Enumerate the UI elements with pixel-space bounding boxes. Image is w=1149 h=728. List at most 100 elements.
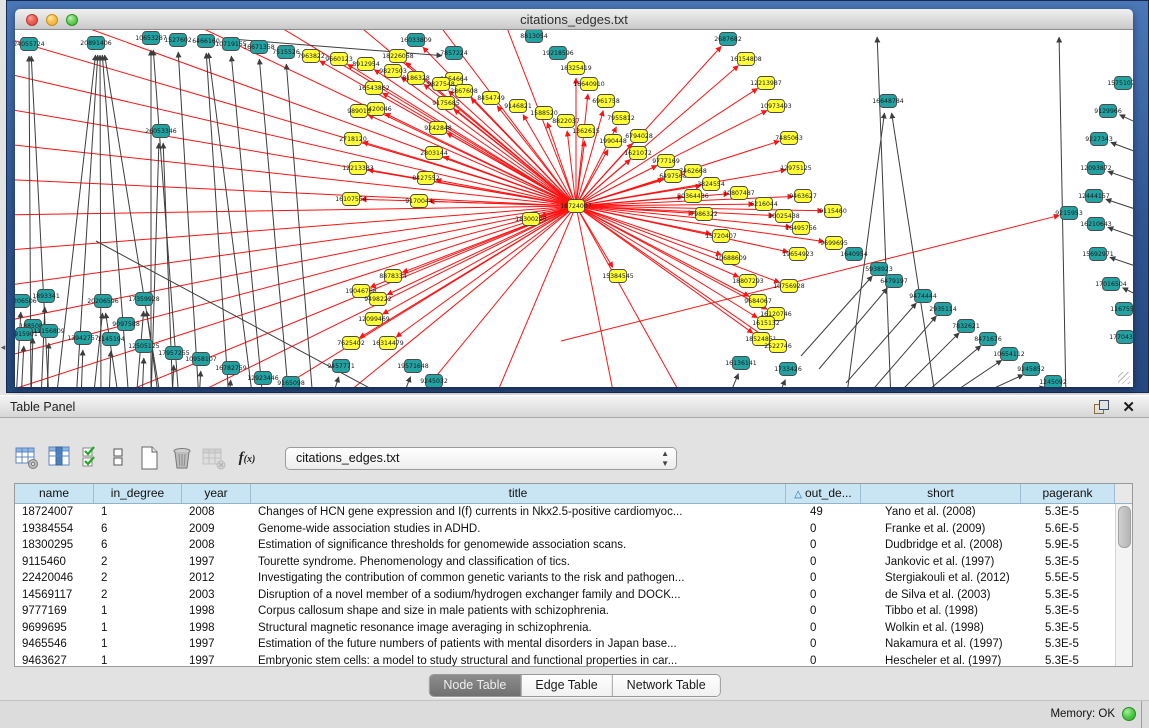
graph-node[interactable]: 9129966 <box>1094 105 1122 118</box>
column-header-out_degree[interactable]: △out_de... <box>786 484 861 503</box>
close-panel-icon[interactable]: ✕ <box>1122 398 1135 416</box>
graph-node[interactable]: 989016 <box>347 105 371 118</box>
graph-node[interactable]: 9170044 <box>405 195 433 208</box>
graph-node[interactable]: 1640954 <box>840 248 868 261</box>
graph-node[interactable]: 9215953 <box>1055 207 1083 220</box>
graph-node[interactable]: 10688609 <box>715 252 747 265</box>
graph-node[interactable]: 8454749 <box>477 92 505 105</box>
function-builder-button[interactable]: f(x) <box>233 445 261 473</box>
graph-node[interactable]: 6479197 <box>880 275 908 288</box>
graph-node[interactable]: 10025438 <box>768 210 800 223</box>
graph-node[interactable]: 16648784 <box>872 95 904 108</box>
graph-node[interactable]: 7955812 <box>607 112 635 125</box>
float-panel-icon[interactable] <box>1094 400 1109 414</box>
graph-node[interactable]: 9699695 <box>820 237 848 250</box>
graph-node[interactable]: 3824554 <box>697 178 725 191</box>
delete-table-button[interactable] <box>201 445 229 473</box>
graph-node[interactable]: 6794028 <box>625 130 653 143</box>
graph-node[interactable]: 10973493 <box>760 100 792 113</box>
graph-node[interactable]: 8813054 <box>520 30 548 43</box>
table-row[interactable]: 911546021997Tourette syndrome. Phenomeno… <box>15 554 1132 571</box>
table-row[interactable]: 1938455462009Genome-wide association stu… <box>15 521 1132 538</box>
table-row[interactable]: 1456911722003Disruption of a novel membe… <box>15 587 1132 604</box>
graph-node[interactable]: 1245092 <box>1039 376 1067 388</box>
graph-node[interactable]: 9097588 <box>112 318 140 331</box>
table-row[interactable]: 2242004622012Investigating the contribut… <box>15 570 1132 587</box>
graph-node[interactable]: 12093872 <box>1080 162 1112 175</box>
graph-node[interactable]: 9175685 <box>432 97 460 110</box>
graph-node[interactable]: 17359928 <box>128 293 160 306</box>
graph-node[interactable]: 1527602 <box>164 34 192 47</box>
graph-node[interactable]: 9242848 <box>424 122 452 135</box>
graph-node[interactable]: 10653287 <box>135 32 167 45</box>
graph-node[interactable]: 6961758 <box>592 95 620 108</box>
graph-node[interactable]: 16107554 <box>335 193 367 206</box>
graph-node[interactable]: 7515526 <box>272 46 300 59</box>
graph-node[interactable]: 6216044 <box>750 198 778 211</box>
graph-node[interactable]: 17016504 <box>1095 278 1127 291</box>
graph-node[interactable]: 12213987 <box>750 77 782 90</box>
graph-node[interactable]: 16154808 <box>730 53 762 66</box>
graph-node[interactable]: 18325419 <box>560 62 592 75</box>
graph-node[interactable]: 1145194 <box>97 333 125 346</box>
graph-node[interactable]: 16543862 <box>358 82 390 95</box>
graph-node[interactable]: 8912954 <box>352 58 380 71</box>
column-header-title[interactable]: title <box>251 484 786 503</box>
graph-node[interactable]: 9245852 <box>1017 363 1045 376</box>
graph-node[interactable]: 16210643 <box>1080 218 1112 231</box>
graph-node[interactable]: 20891406 <box>80 37 112 50</box>
graph-node[interactable]: 1167553 <box>1110 303 1133 316</box>
table-options-button[interactable] <box>14 445 42 473</box>
table-row[interactable]: 1872400712008Changes of HCN gene express… <box>15 504 1132 521</box>
graph-node[interactable]: 10958107 <box>185 353 217 366</box>
table-scrollbar[interactable] <box>1115 504 1132 666</box>
column-header-in_degree[interactable]: in_degree <box>94 484 182 503</box>
tab-node-table[interactable]: Node Table <box>429 675 520 696</box>
graph-node[interactable]: 19571648 <box>397 360 429 373</box>
graph-node[interactable]: 5938923 <box>865 263 893 276</box>
graph-node[interactable]: 1733426 <box>774 363 802 376</box>
graph-node[interactable]: 9660123 <box>325 53 353 66</box>
graph-node[interactable]: 20206596 <box>87 295 119 308</box>
graph-node[interactable]: 16495756 <box>785 222 817 235</box>
graph-node[interactable]: 2935114 <box>929 303 957 316</box>
graph-node[interactable]: 15384545 <box>602 270 634 283</box>
window-resize-grip[interactable] <box>1118 372 1130 384</box>
graph-node[interactable]: 9115460 <box>819 205 847 218</box>
graph-node[interactable]: 9146821 <box>504 100 532 113</box>
table-row[interactable]: 977716911998Corpus callosum shape and si… <box>15 603 1132 620</box>
graph-node[interactable]: 9227343 <box>1085 133 1113 146</box>
graph-node[interactable]: 12213383 <box>342 162 374 175</box>
delete-columns-button[interactable] <box>169 445 197 473</box>
select-all-button[interactable] <box>80 445 108 473</box>
graph-node[interactable]: 8878334 <box>379 270 407 283</box>
graph-node[interactable]: 10807487 <box>723 187 755 200</box>
graph-node[interactable]: 10654112 <box>993 348 1025 361</box>
clear-selection-button[interactable] <box>111 445 127 473</box>
graph-node[interactable]: 12923446 <box>247 372 279 385</box>
graph-node[interactable]: 12444157 <box>1078 190 1110 203</box>
graph-node[interactable]: 8471676 <box>974 333 1002 346</box>
table-selector-dropdown[interactable]: citations_edges.txt ▲▼ <box>285 447 677 470</box>
table-row[interactable]: 969969511998Structural magnetic resonanc… <box>15 620 1132 637</box>
column-header-short[interactable]: short <box>861 484 1021 503</box>
graph-node[interactable]: 16314479 <box>372 337 404 350</box>
network-window-titlebar[interactable]: citations_edges.txt <box>15 9 1133 30</box>
table-scrollbar-thumb[interactable] <box>1118 506 1131 548</box>
graph-node[interactable]: 17704338 <box>1109 331 1133 344</box>
graph-node[interactable]: 18640910 <box>573 78 605 91</box>
graph-node[interactable]: 26053346 <box>145 125 177 138</box>
table-row[interactable]: 946362711997Embryonic stem cells: a mode… <box>15 653 1132 667</box>
network-canvas[interactable]: 7963822966012389129541822605898275038186… <box>15 30 1133 387</box>
graph-node[interactable]: 7986322 <box>690 208 718 221</box>
graph-node[interactable]: 9457771 <box>327 360 355 373</box>
graph-node[interactable]: 19218596 <box>542 47 574 60</box>
graph-node[interactable]: 15692971 <box>1082 248 1114 261</box>
graph-node[interactable]: 1990448 <box>599 135 627 148</box>
graph-node[interactable]: 9463627 <box>789 190 817 203</box>
graph-node[interactable]: 9474444 <box>909 290 937 303</box>
graph-node[interactable]: 2687682 <box>714 33 742 46</box>
table-row[interactable]: 946554611997Estimation of the future num… <box>15 636 1132 653</box>
show-hide-columns-button[interactable] <box>47 445 75 473</box>
graph-node[interactable]: 7832621 <box>952 320 980 333</box>
